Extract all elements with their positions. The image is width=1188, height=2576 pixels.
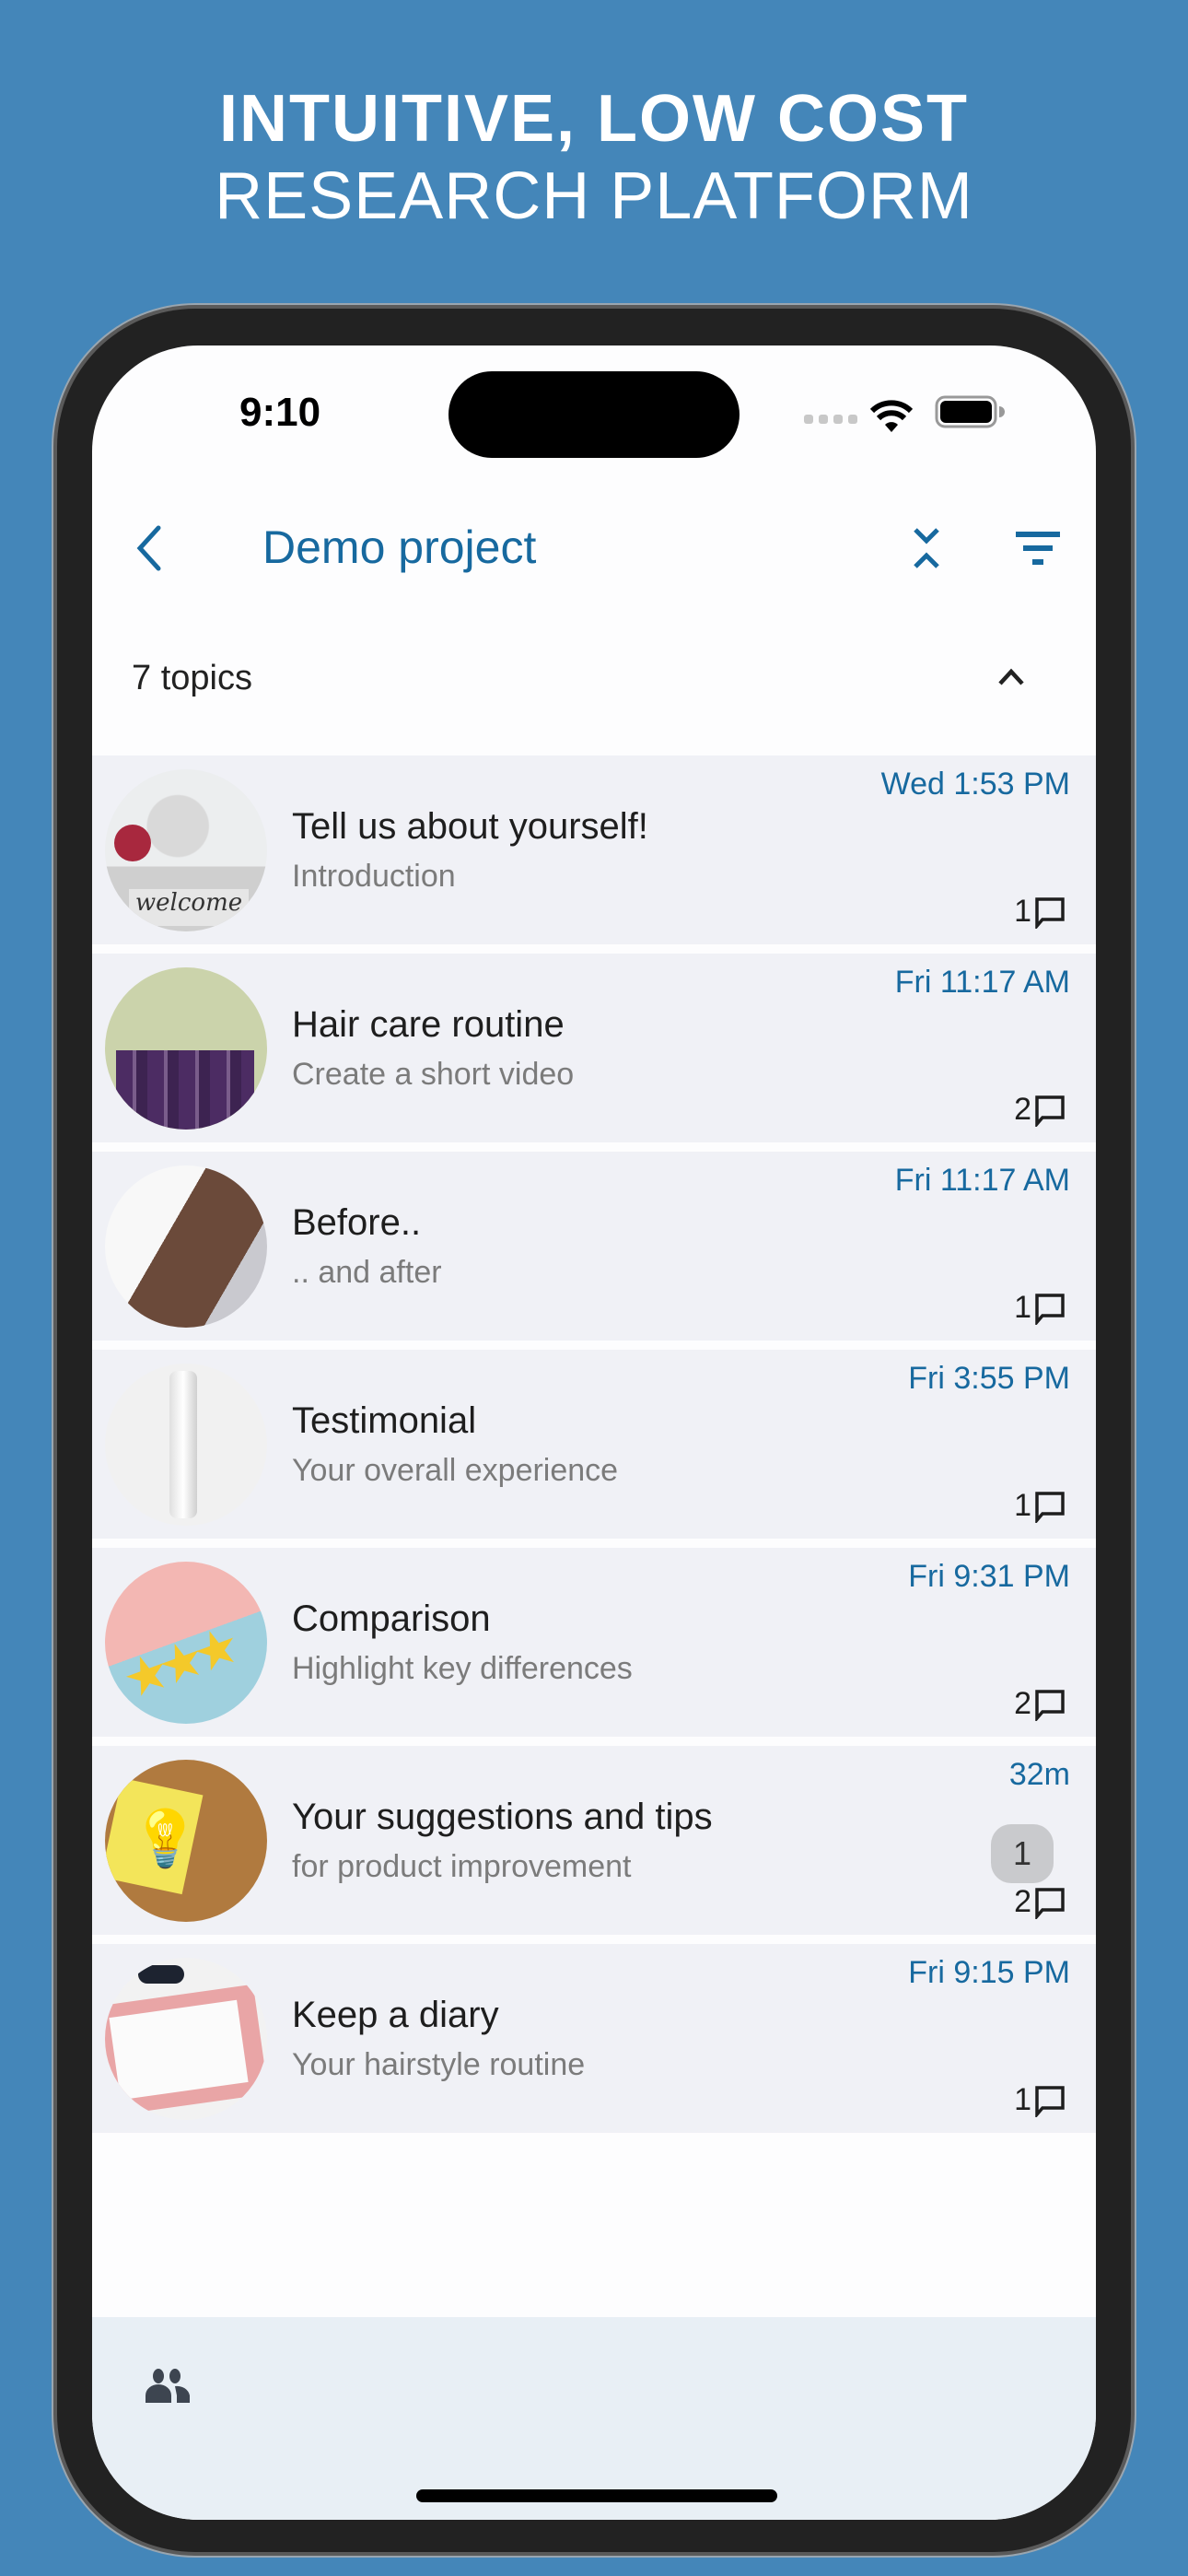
comment-count: 1 (1014, 1290, 1031, 1325)
planner-thumbnail (105, 1958, 267, 2120)
cellular-signal-icon (804, 415, 857, 424)
comment-count: 2 (1014, 1884, 1031, 1919)
comment-icon (1035, 1294, 1065, 1325)
topic-subtitle: for product improvement (292, 1849, 632, 1884)
topic-title: Tell us about yourself! (292, 806, 648, 847)
topic-timestamp: Fri 3:55 PM (908, 1361, 1070, 1396)
topic-subtitle: Create a short video (292, 1057, 575, 1092)
topic-title: Keep a diary (292, 1995, 499, 2035)
back-button[interactable] (129, 521, 169, 576)
topic-subtitle: Highlight key differences (292, 1651, 633, 1686)
comment-icon (1035, 897, 1065, 929)
topic-title: Hair care routine (292, 1004, 565, 1045)
topic-timestamp: 32m (1008, 1757, 1070, 1792)
unread-badge: 1 (991, 1824, 1054, 1883)
topic-timestamp: Wed 1:53 PM (880, 767, 1070, 802)
promo-headline-line2: RESEARCH PLATFORM (215, 159, 973, 233)
topics-count-label: 7 topics (132, 659, 252, 697)
topic-title: Your suggestions and tips (292, 1797, 713, 1837)
people-icon[interactable] (140, 2368, 195, 2405)
comment-icon (1035, 2086, 1065, 2117)
comment-count: 2 (1014, 1092, 1031, 1127)
product-tube-thumbnail (105, 1364, 267, 1526)
topic-row[interactable]: Hair care routine Create a short video F… (92, 954, 1096, 1142)
topic-row[interactable]: Before.. .. and after Fri 11:17 AM 1 (92, 1152, 1096, 1341)
purple-bottles-thumbnail (105, 967, 267, 1130)
topics-list: welcome Tell us about yourself! Introduc… (92, 755, 1096, 2142)
topic-row[interactable]: ★★★ Comparison Highlight key differences… (92, 1548, 1096, 1737)
promo-headline-line1: INTUITIVE, LOW COST (219, 82, 969, 156)
comment-count: 1 (1014, 2082, 1031, 2117)
topic-timestamp: Fri 9:31 PM (908, 1559, 1070, 1594)
chevron-up-icon[interactable] (995, 663, 1028, 691)
dynamic-island (448, 371, 740, 458)
collapse-all-icon[interactable] (908, 521, 945, 576)
comment-count: 2 (1014, 1686, 1031, 1721)
topic-row[interactable]: Testimonial Your overall experience Fri … (92, 1350, 1096, 1539)
status-time: 9:10 (239, 390, 321, 435)
battery-icon (935, 395, 1005, 428)
topic-row[interactable]: Keep a diary Your hairstyle routine Fri … (92, 1944, 1096, 2133)
comment-icon (1035, 1888, 1065, 1919)
wifi-icon (869, 400, 914, 432)
topic-subtitle: Introduction (292, 859, 456, 894)
topic-timestamp: Fri 11:17 AM (894, 965, 1070, 1000)
topic-row[interactable]: welcome Tell us about yourself! Introduc… (92, 755, 1096, 944)
stars-thumbnail: ★★★ (105, 1562, 267, 1724)
comment-count: 1 (1014, 894, 1031, 929)
topic-row[interactable]: 💡 Your suggestions and tips for product … (92, 1746, 1096, 1935)
topic-title: Before.. (292, 1202, 422, 1243)
home-indicator[interactable] (416, 2489, 777, 2502)
comment-icon (1035, 1492, 1065, 1523)
topic-subtitle: Your overall experience (292, 1453, 619, 1488)
welcome-sign-thumbnail: welcome (105, 769, 267, 931)
topic-subtitle: .. and after (292, 1255, 442, 1290)
topic-timestamp: Fri 11:17 AM (894, 1163, 1070, 1198)
topic-title: Comparison (292, 1598, 491, 1639)
comment-count: 1 (1014, 1488, 1031, 1523)
filter-icon[interactable] (1014, 528, 1062, 568)
comment-icon (1035, 1690, 1065, 1721)
topic-subtitle: Your hairstyle routine (292, 2047, 586, 2082)
topic-title: Testimonial (292, 1400, 477, 1441)
hair-thumbnail (105, 1165, 267, 1328)
comment-icon (1035, 1095, 1065, 1127)
page-title: Demo project (262, 521, 537, 573)
topic-timestamp: Fri 9:15 PM (908, 1955, 1070, 1990)
phone-screen: 9:10 Demo project 7 topics welcome Tell … (92, 345, 1096, 2520)
lightbulb-note-thumbnail: 💡 (105, 1760, 267, 1922)
